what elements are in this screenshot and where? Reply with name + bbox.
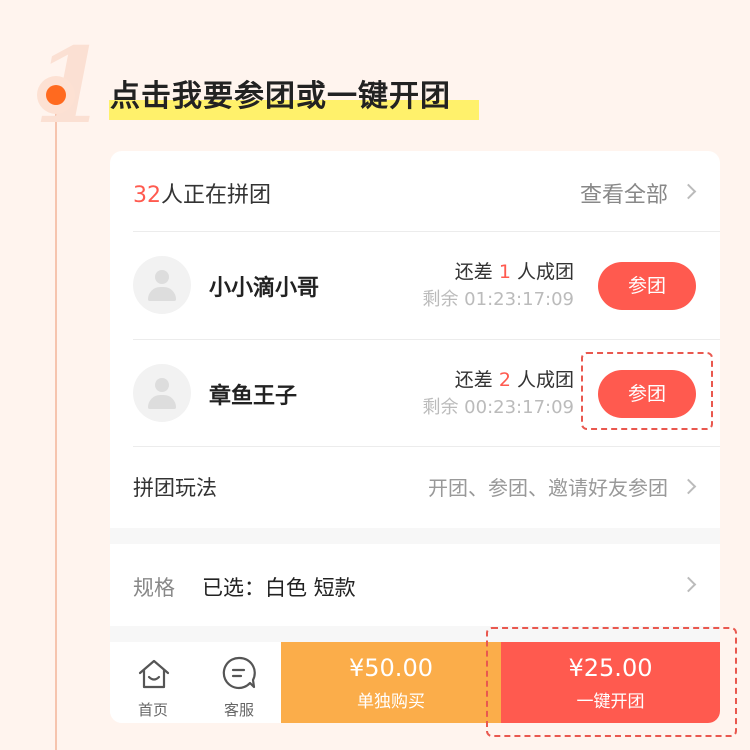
group-member-row: 小小滴小哥 还差 1 人成团 剩余 01:23:17:09 参团 xyxy=(110,232,720,338)
group-count-label: 人正在拼团 xyxy=(161,183,272,208)
need-count-text: 还差 2 人成团 xyxy=(455,365,574,392)
chevron-right-icon xyxy=(680,576,697,593)
remaining-time: 剩余 00:23:17:09 xyxy=(422,397,574,418)
need-suffix: 人成团 xyxy=(516,369,574,391)
highlight-start-group-button xyxy=(486,627,737,737)
single-label: 单独购买 xyxy=(357,692,425,712)
section-gap xyxy=(110,528,720,544)
see-all-link[interactable]: 查看全部 xyxy=(580,177,668,209)
need-number: 1 xyxy=(498,261,511,283)
remaining-time: 剩余 01:23:17:09 xyxy=(422,289,574,310)
spec-value: 已选：白色 短款 xyxy=(202,576,356,600)
spec-row[interactable]: 规格 已选：白色 短款 xyxy=(110,544,720,626)
member-name: 章鱼王子 xyxy=(209,384,298,409)
tab-customer-service[interactable]: 客服 xyxy=(196,642,282,723)
member-name: 小小滴小哥 xyxy=(209,276,320,301)
group-count: 32人正在拼团 xyxy=(133,177,271,209)
avatar xyxy=(133,256,191,314)
rules-label: 拼团玩法 xyxy=(133,476,217,500)
group-count-number: 32 xyxy=(133,183,161,208)
join-group-button[interactable]: 参团 xyxy=(598,262,696,310)
buy-single-button[interactable]: ¥50.00 单独购买 xyxy=(281,642,501,723)
tab-home-label: 首页 xyxy=(137,701,168,719)
single-price: ¥50.00 xyxy=(349,654,433,682)
group-rules-row[interactable]: 拼团玩法 开团、参团、邀请好友参团 xyxy=(110,446,720,528)
group-count-row[interactable]: 32人正在拼团 查看全部 xyxy=(110,151,720,231)
rules-value: 开团、参团、邀请好友参团 xyxy=(428,476,668,500)
need-prefix: 还差 xyxy=(454,261,493,283)
highlight-join-button xyxy=(581,352,713,430)
need-number: 2 xyxy=(498,369,511,391)
avatar xyxy=(133,364,191,422)
tab-home[interactable]: 首页 xyxy=(110,642,196,723)
home-icon xyxy=(138,659,170,689)
need-suffix: 人成团 xyxy=(516,261,574,283)
spec-label: 规格 xyxy=(133,576,175,600)
step-dot xyxy=(46,85,66,105)
customer-service-icon xyxy=(222,656,256,690)
need-count-text: 还差 1 人成团 xyxy=(455,257,574,284)
step-title: 点击我要参团或一键开团 xyxy=(110,79,451,114)
timeline-line xyxy=(55,95,57,750)
chevron-right-icon xyxy=(680,183,697,200)
tab-customer-service-label: 客服 xyxy=(223,701,254,719)
need-prefix: 还差 xyxy=(454,369,493,391)
chevron-right-icon xyxy=(680,478,697,495)
